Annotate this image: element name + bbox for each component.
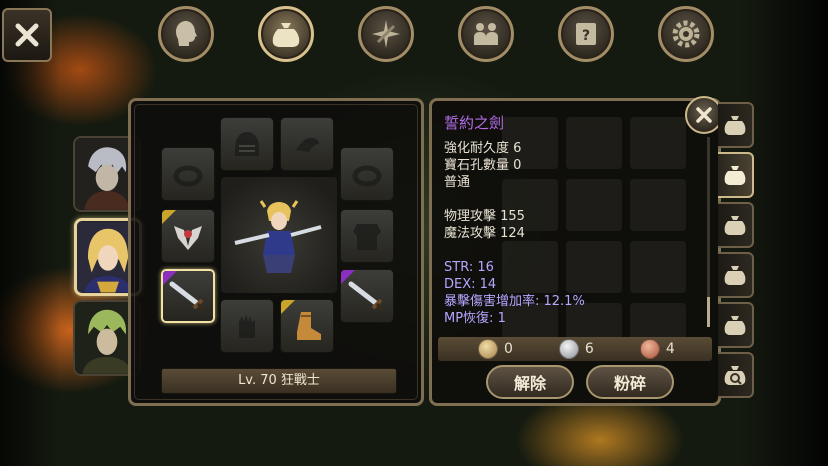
bag-icon <box>724 316 746 335</box>
gold-amount: 0 <box>504 341 513 357</box>
bonus-stat-line: MP恢復: 1 <box>444 311 506 326</box>
boots-slot[interactable] <box>280 299 334 353</box>
item-name: 誓約之劍 <box>444 114 505 132</box>
weapon-slot-right[interactable] <box>340 269 394 323</box>
shatter-button[interactable]: 粉碎 <box>586 365 674 399</box>
item-description: 誓約之劍 強化耐久度 6 寶石孔數量 0 普通 物理攻擊 155 魔法攻擊 12… <box>444 115 708 327</box>
gloves-slot[interactable] <box>220 299 274 353</box>
rarity-mark <box>163 271 177 285</box>
rarity-mark <box>162 210 176 224</box>
attack-line: 魔法攻擊 124 <box>444 226 525 241</box>
silver-coin-icon <box>558 339 579 359</box>
bag-tab-search[interactable] <box>718 352 754 398</box>
amulet-slot[interactable] <box>161 209 215 263</box>
bag-icon <box>724 216 746 235</box>
description-scrollbar[interactable] <box>707 137 710 327</box>
ring-icon <box>173 165 203 187</box>
head-icon <box>176 21 197 46</box>
item-info-panel: 誓約之劍 強化耐久度 6 寶石孔數量 0 普通 物理攻擊 155 魔法攻擊 12… <box>429 98 721 406</box>
nav-character-button[interactable] <box>158 6 214 62</box>
ring-slot-left[interactable] <box>161 147 215 201</box>
bag-icon <box>724 116 746 135</box>
bag-tab-3[interactable] <box>718 202 754 248</box>
equipment-panel: Lv. 70 狂戰士 <box>128 98 424 406</box>
scroll-icon: ? <box>576 23 596 45</box>
weapon-slot-left[interactable] <box>161 269 215 323</box>
rarity-mark <box>281 300 295 314</box>
nav-party-button[interactable] <box>458 6 514 62</box>
helmet-slot[interactable] <box>220 117 274 171</box>
unequip-button[interactable]: 解除 <box>486 365 574 399</box>
bag-icon <box>724 166 746 185</box>
cape-icon <box>295 137 319 152</box>
armor-icon <box>353 224 381 250</box>
nav-settings-button[interactable] <box>658 6 714 62</box>
nav-skills-button[interactable] <box>358 6 414 62</box>
copper-amount: 4 <box>665 341 675 357</box>
gold-coin-icon <box>478 339 498 359</box>
attack-line: 物理攻擊 155 <box>444 209 525 224</box>
close-window-button[interactable] <box>2 8 52 62</box>
bonus-stat-line: STR: 16 <box>444 260 494 275</box>
item-line: 寶石孔數量 0 <box>444 158 522 173</box>
bag-tab-4[interactable] <box>718 252 754 298</box>
bag-icon <box>724 266 746 285</box>
currency-bar: 0 6 4 <box>438 337 712 361</box>
ring-icon <box>352 165 382 187</box>
helmet-icon <box>235 132 259 156</box>
bag-tab-1[interactable] <box>718 102 754 148</box>
nav-bag-button[interactable] <box>258 6 314 62</box>
ring-slot-right[interactable] <box>340 147 394 201</box>
sword-burst-icon <box>372 20 400 48</box>
character-sprite <box>234 200 322 273</box>
close-icon <box>696 107 712 123</box>
gear-icon <box>672 20 700 48</box>
item-line: 強化耐久度 6 <box>444 141 522 156</box>
close-icon <box>15 23 39 47</box>
search-bag-icon <box>724 366 746 385</box>
cape-slot[interactable] <box>280 117 334 171</box>
bag-icon <box>272 23 300 47</box>
nav-quest-button[interactable]: ? <box>558 6 614 62</box>
bag-tab-2[interactable] <box>718 152 754 198</box>
people-icon <box>474 23 498 45</box>
rarity-mark <box>341 270 355 284</box>
armor-slot[interactable] <box>340 209 394 263</box>
silver-amount: 6 <box>584 341 594 357</box>
bonus-stat-line: 暴擊傷害增加率: 12.1% <box>444 294 585 309</box>
copper-coin-icon <box>639 339 660 359</box>
glove-icon <box>239 314 255 338</box>
bag-tab-5[interactable] <box>718 302 754 348</box>
svg-text:?: ? <box>582 28 590 44</box>
character-preview <box>221 177 337 293</box>
bonus-stat-line: DEX: 14 <box>444 277 497 292</box>
character-level-label: Lv. 70 狂戰士 <box>161 368 397 394</box>
item-line: 普通 <box>444 175 471 190</box>
